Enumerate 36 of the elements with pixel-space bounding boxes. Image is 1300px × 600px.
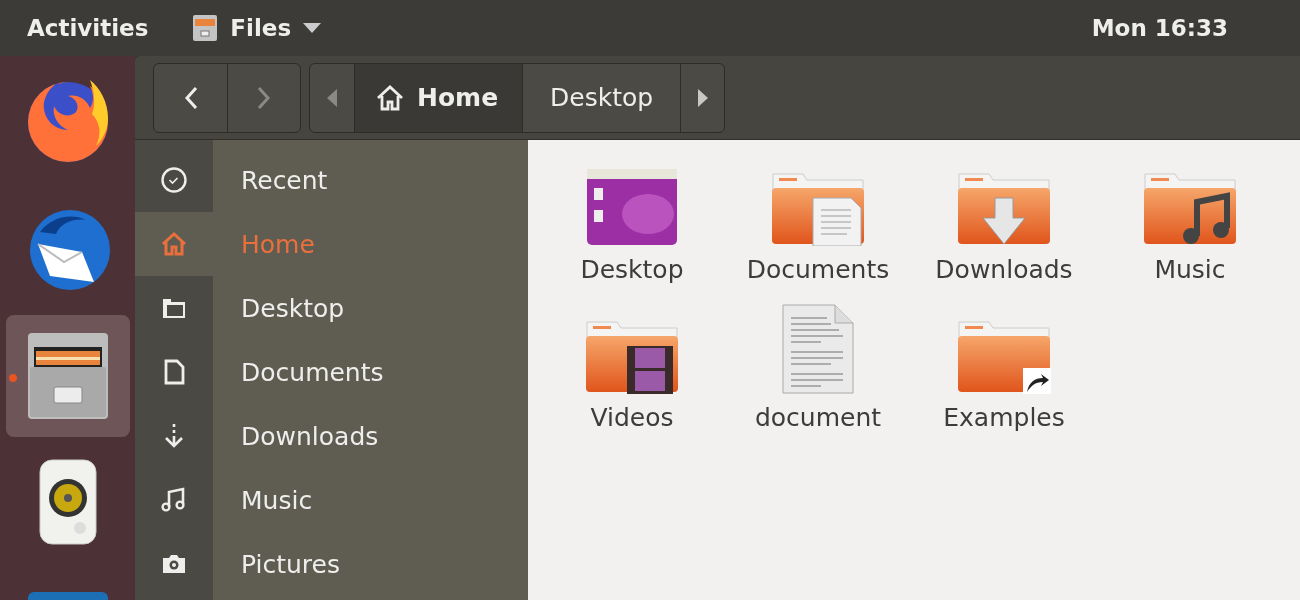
clock-icon (160, 166, 188, 194)
sidebar-item[interactable]: Downloads (135, 404, 528, 468)
clock[interactable]: Mon 16:33 (1091, 15, 1228, 41)
text-file-icon (782, 304, 854, 394)
sidebar-item[interactable]: Documents (135, 340, 528, 404)
file-item[interactable]: Desktop (539, 150, 725, 286)
sidebar-item[interactable]: Recent (135, 148, 528, 212)
file-item[interactable]: Examples (911, 298, 1097, 434)
folder-link-arrow-icon (957, 318, 1051, 394)
sidebar-item[interactable]: Desktop (135, 276, 528, 340)
path-button[interactable]: Desktop (522, 63, 681, 132)
triangle-left-icon (327, 88, 337, 107)
caret-icon (303, 23, 322, 33)
app-menu[interactable]: Files (192, 14, 322, 42)
triangle-right-icon (697, 88, 708, 107)
sidebar-item[interactable]: Pictures (135, 532, 528, 596)
file-item[interactable]: Videos (539, 298, 725, 434)
home-icon (375, 83, 405, 112)
file-item[interactable]: Music (1097, 150, 1283, 286)
chevron-right-icon (257, 85, 271, 110)
home-icon (160, 230, 188, 258)
dock-item[interactable] (6, 315, 130, 437)
file-item[interactable]: Documents (725, 150, 911, 286)
chevron-left-icon (183, 85, 198, 110)
folder-music-note-icon (1143, 170, 1237, 246)
folder-down-arrow-icon (957, 170, 1051, 246)
file-item[interactable]: document (725, 298, 911, 434)
folder-document-icon (771, 170, 865, 246)
cabinet-icon (192, 14, 219, 42)
sidebar-item[interactable]: Music (135, 468, 528, 532)
cabinet-icon (26, 331, 110, 421)
path-button[interactable]: Home (354, 63, 523, 132)
activities-button[interactable]: Activities (27, 15, 149, 41)
desktop-folder-icon (586, 168, 678, 246)
folder-film-icon (585, 318, 679, 394)
file-item[interactable]: Downloads (911, 150, 1097, 286)
